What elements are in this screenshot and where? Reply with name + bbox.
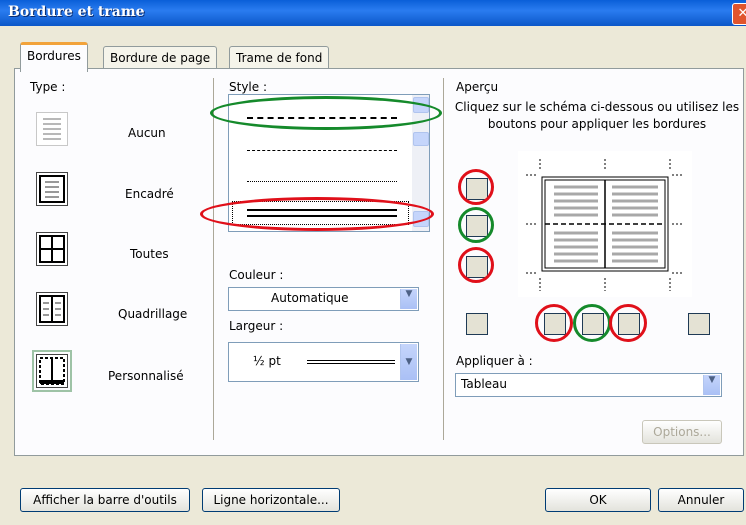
separator bbox=[213, 78, 214, 440]
ok-button[interactable]: OK bbox=[545, 488, 651, 512]
type-label: Type : bbox=[30, 80, 66, 94]
dash-dot-dot-line-option[interactable] bbox=[247, 181, 397, 182]
style-label: Style : bbox=[229, 80, 267, 94]
annotation-ring-red bbox=[535, 304, 573, 342]
annotation-ring-red bbox=[458, 169, 494, 205]
type-grid-icon[interactable] bbox=[36, 292, 68, 326]
show-toolbar-button[interactable]: Afficher la barre d'outils bbox=[20, 488, 190, 512]
chevron-down-icon[interactable]: ▼ bbox=[400, 289, 417, 309]
width-value: ½ pt bbox=[253, 354, 281, 368]
horizontal-line-button[interactable]: Ligne horizontale... bbox=[202, 488, 340, 512]
type-none-icon[interactable] bbox=[36, 112, 68, 146]
color-value: Automatique bbox=[271, 291, 349, 305]
type-none-label[interactable]: Aucun bbox=[128, 126, 166, 140]
apply-to-label: Appliquer à : bbox=[456, 354, 533, 368]
tab-trame-de-fond[interactable]: Trame de fond bbox=[229, 46, 330, 69]
type-box-icon[interactable] bbox=[36, 172, 68, 206]
close-icon[interactable]: ✕ bbox=[732, 3, 746, 25]
window-title: Bordure et trame bbox=[8, 4, 145, 20]
width-select[interactable]: ½ pt ▼ bbox=[228, 342, 419, 382]
border-preview[interactable] bbox=[518, 151, 692, 297]
type-box-label[interactable]: Encadré bbox=[125, 187, 174, 201]
diagonal-down-border-icon[interactable] bbox=[688, 313, 710, 335]
annotation-ring-red bbox=[200, 197, 434, 231]
options-button[interactable]: Options... bbox=[642, 420, 722, 444]
tab-label: Bordures bbox=[27, 49, 81, 63]
scroll-thumb[interactable] bbox=[413, 132, 429, 146]
color-select[interactable]: Automatique ▼ bbox=[228, 287, 419, 311]
tab-label: Bordure de page bbox=[110, 51, 211, 65]
tab-label: Trame de fond bbox=[236, 51, 323, 65]
color-label: Couleur : bbox=[229, 268, 284, 282]
title-bar: Bordure et trame ✕ bbox=[0, 0, 746, 26]
cancel-button[interactable]: Annuler bbox=[658, 488, 744, 512]
width-line-sample bbox=[307, 360, 395, 364]
dash-dot-line-option[interactable] bbox=[247, 150, 397, 151]
separator bbox=[443, 78, 444, 440]
preview-hint: Cliquez sur le schéma ci-dessous ou util… bbox=[454, 100, 740, 131]
width-label: Largeur : bbox=[229, 319, 284, 333]
annotation-ring-red bbox=[609, 304, 647, 342]
chevron-down-icon[interactable]: ▼ bbox=[703, 375, 720, 395]
diagonal-up-border-icon[interactable] bbox=[466, 313, 488, 335]
annotation-ring-green bbox=[210, 96, 442, 130]
tab-bordure-de-page[interactable]: Bordure de page bbox=[103, 46, 218, 69]
annotation-ring-green bbox=[573, 304, 611, 342]
apply-to-select[interactable]: Tableau ▼ bbox=[455, 373, 722, 397]
annotation-ring-red bbox=[458, 247, 494, 283]
apply-to-value: Tableau bbox=[461, 377, 507, 391]
annotation-ring-green bbox=[458, 207, 494, 243]
tab-bordures[interactable]: Bordures bbox=[20, 42, 88, 72]
type-grid-label[interactable]: Quadrillage bbox=[118, 307, 187, 321]
type-custom-icon[interactable] bbox=[32, 350, 72, 392]
chevron-down-icon[interactable]: ▼ bbox=[400, 344, 417, 380]
type-all-label[interactable]: Toutes bbox=[130, 247, 169, 261]
preview-label: Aperçu bbox=[456, 80, 499, 94]
type-all-icon[interactable] bbox=[36, 232, 68, 266]
type-custom-label[interactable]: Personnalisé bbox=[108, 369, 184, 383]
